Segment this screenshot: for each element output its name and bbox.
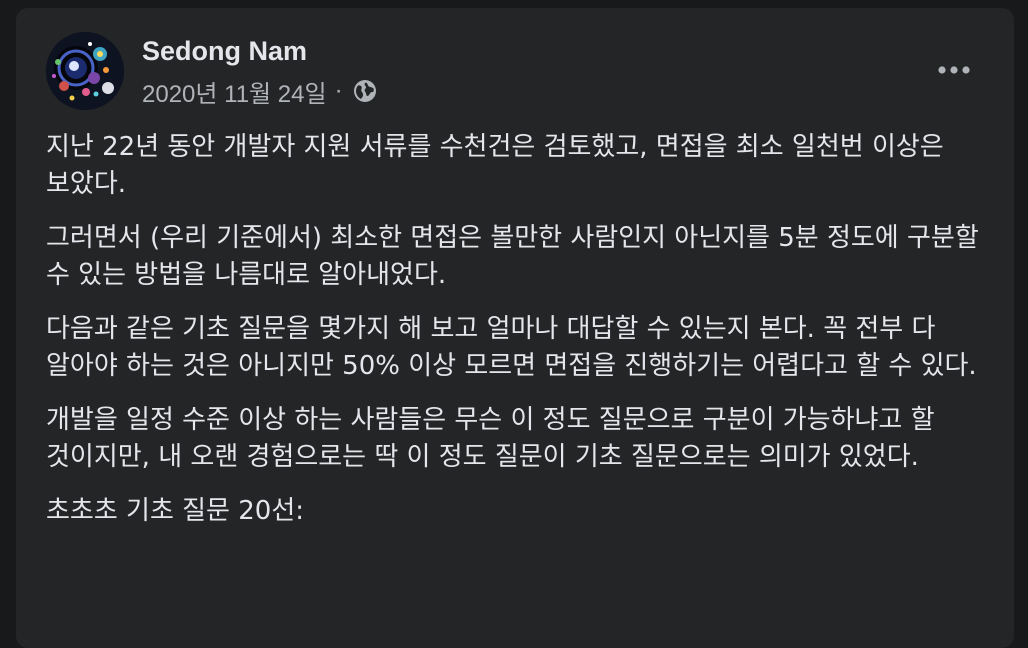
post-card: Sedong Nam 2020년 11월 24일 · 지난 22년 동안 개발자… <box>16 8 1014 648</box>
globe-icon[interactable] <box>353 79 377 103</box>
more-options-button[interactable] <box>932 52 976 88</box>
post-paragraph: 지난 22년 동안 개발자 지원 서류를 수천건은 검토했고, 면접을 최소 일… <box>46 132 944 199</box>
post-date[interactable]: 2020년 11월 24일 <box>142 74 327 109</box>
meta-separator: · <box>334 77 343 104</box>
avatar[interactable] <box>46 32 124 110</box>
author-name[interactable]: Sedong Nam <box>142 34 307 68</box>
post-paragraph: 개발을 일정 수준 이상 하는 사람들은 무슨 이 정도 질문으로 구분이 가능… <box>46 405 935 472</box>
post-paragraph: 초초초 기초 질문 20선: <box>46 496 304 526</box>
post-content: 지난 22년 동안 개발자 지원 서류를 수천건은 검토했고, 면접을 최소 일… <box>46 129 986 547</box>
post-paragraph: 다음과 같은 기초 질문을 몇가지 해 보고 얼마나 대답할 수 있는지 본다.… <box>46 314 977 381</box>
avatar-image <box>46 32 124 110</box>
post-meta: 2020년 11월 24일 · <box>142 74 377 108</box>
post-paragraph: 그러면서 (우리 기준에서) 최소한 면접은 볼만한 사람인지 아닌지를 5분 … <box>46 223 979 290</box>
more-horizontal-icon <box>938 66 970 74</box>
